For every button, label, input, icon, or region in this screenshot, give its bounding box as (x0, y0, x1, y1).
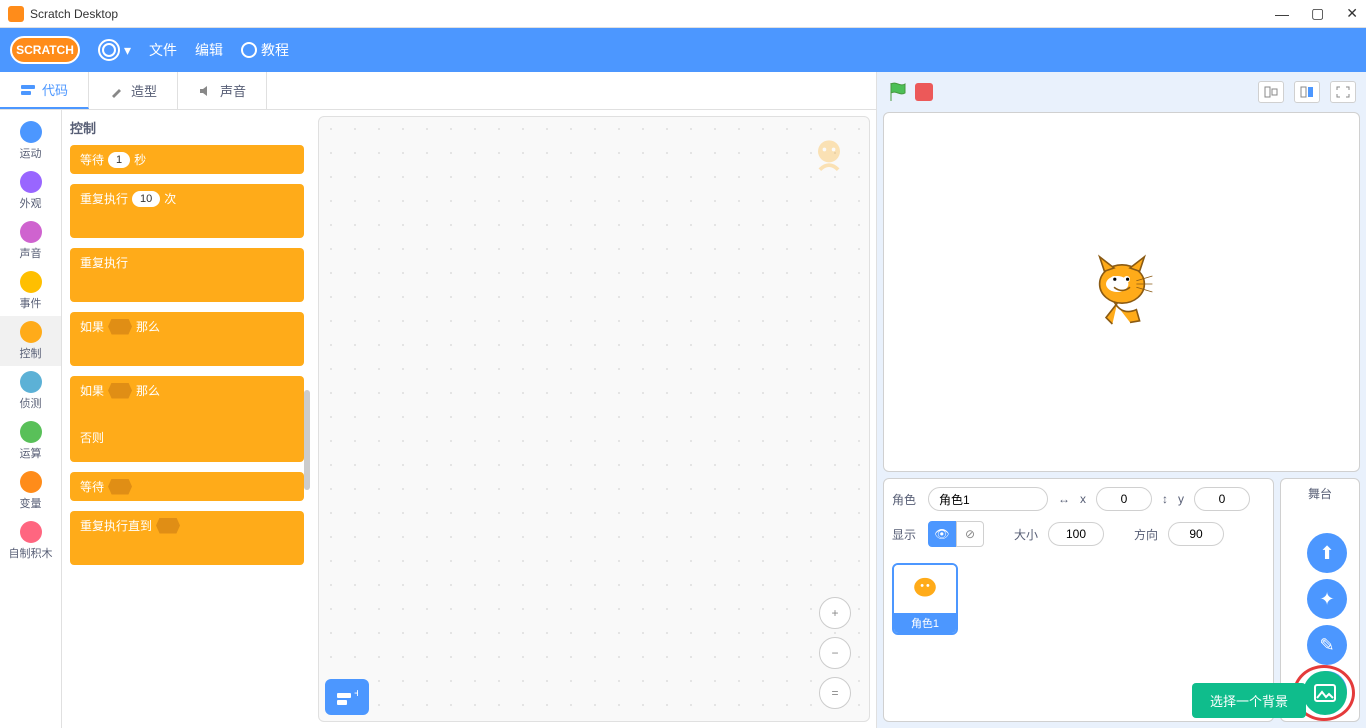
close-button[interactable]: ✕ (1346, 5, 1358, 22)
zoom-out-button[interactable]: − (819, 637, 851, 669)
category-事件[interactable]: 事件 (0, 266, 61, 316)
block-repeat[interactable]: 重复执行10次 (70, 184, 304, 238)
size-label: 大小 (1014, 526, 1038, 543)
surprise-backdrop-button[interactable]: ✦ (1307, 579, 1347, 619)
category-dot (20, 271, 42, 293)
choose-backdrop-fab[interactable] (1303, 671, 1347, 715)
titlebar: Scratch Desktop — ▢ ✕ (0, 0, 1366, 28)
svg-text:+: + (354, 688, 358, 700)
scratch-logo[interactable]: SCRATCH (10, 36, 80, 64)
globe-icon (98, 39, 120, 61)
cat-thumb-icon (905, 571, 945, 607)
x-icon: ↔ (1058, 492, 1070, 506)
category-声音[interactable]: 声音 (0, 216, 61, 266)
add-extension-button[interactable]: + (325, 679, 369, 715)
sprite-card[interactable]: 角色1 (892, 563, 958, 635)
app-icon (8, 6, 24, 22)
hide-button[interactable]: ⊘ (956, 521, 984, 547)
category-自制积木[interactable]: 自制积木 (0, 516, 61, 566)
tabs: 代码 造型 声音 (0, 72, 876, 110)
sprite-y-input[interactable] (1194, 487, 1250, 511)
edit-menu[interactable]: 编辑 (195, 40, 223, 60)
category-dot (20, 421, 42, 443)
upload-backdrop-button[interactable]: ⬆ (1307, 533, 1347, 573)
green-flag-button[interactable] (887, 81, 909, 103)
category-控制[interactable]: 控制 (0, 316, 61, 366)
stage-controls (877, 72, 1366, 112)
hex-slot[interactable] (108, 479, 132, 495)
fullscreen-button[interactable] (1330, 81, 1356, 103)
small-stage-button[interactable] (1258, 81, 1284, 103)
hex-slot[interactable] (108, 383, 132, 399)
tutorials-menu[interactable]: 教程 (241, 40, 289, 60)
minimize-button[interactable]: — (1275, 6, 1289, 22)
category-dot (20, 521, 42, 543)
block-palette: 控制 等待1秒 重复执行10次 重复执行 如果那么 如果那么 否则 等待 重复执… (62, 110, 312, 728)
tab-code[interactable]: 代码 (0, 72, 89, 109)
speaker-icon (198, 83, 214, 99)
block-if[interactable]: 如果那么 (70, 312, 304, 366)
large-stage-button[interactable] (1294, 81, 1320, 103)
brush-icon (109, 83, 125, 99)
category-运算[interactable]: 运算 (0, 416, 61, 466)
block-if-else[interactable]: 如果那么 否则 (70, 376, 304, 462)
y-icon: ↕ (1162, 492, 1168, 506)
sprite-size-input[interactable] (1048, 522, 1104, 546)
category-变量[interactable]: 变量 (0, 466, 61, 516)
sprite-label: 角色 (892, 491, 918, 508)
stage-label: 舞台 (1308, 485, 1332, 502)
palette-scrollbar[interactable] (304, 390, 310, 490)
extension-icon: + (336, 688, 358, 706)
bulb-icon (241, 42, 257, 58)
sprite-x-input[interactable] (1096, 487, 1152, 511)
category-dot (20, 371, 42, 393)
zoom-in-button[interactable]: + (819, 597, 851, 629)
category-dot (20, 221, 42, 243)
category-dot (20, 471, 42, 493)
language-menu[interactable]: ▾ (98, 39, 131, 61)
sprite-direction-input[interactable] (1168, 522, 1224, 546)
sprite-cat[interactable] (1082, 252, 1162, 332)
workspace[interactable]: + − = + (318, 116, 870, 722)
category-column: 运动外观声音事件控制侦测运算变量自制积木 (0, 110, 62, 728)
code-icon (20, 82, 36, 98)
image-icon (1314, 684, 1336, 702)
tab-sounds[interactable]: 声音 (178, 72, 267, 109)
palette-title: 控制 (70, 118, 304, 137)
choose-backdrop-button[interactable]: 选择一个背景 (1192, 683, 1306, 718)
show-button[interactable]: 👁 (928, 521, 956, 547)
cat-watermark (807, 133, 851, 177)
category-dot (20, 321, 42, 343)
tab-costumes[interactable]: 造型 (89, 72, 178, 109)
window-title: Scratch Desktop (30, 7, 118, 21)
category-侦测[interactable]: 侦测 (0, 366, 61, 416)
sprite-name-input[interactable] (928, 487, 1048, 511)
category-dot (20, 171, 42, 193)
paint-backdrop-button[interactable]: ✎ (1307, 625, 1347, 665)
file-menu[interactable]: 文件 (149, 40, 177, 60)
direction-label: 方向 (1134, 526, 1158, 543)
hex-slot[interactable] (156, 518, 180, 534)
stop-button[interactable] (915, 83, 933, 101)
sprite-card-name: 角色1 (894, 613, 956, 633)
block-forever[interactable]: 重复执行 (70, 248, 304, 302)
zoom-reset-button[interactable]: = (819, 677, 851, 709)
category-运动[interactable]: 运动 (0, 116, 61, 166)
hex-slot[interactable] (108, 319, 132, 335)
maximize-button[interactable]: ▢ (1311, 5, 1324, 22)
block-wait-until[interactable]: 等待 (70, 472, 304, 501)
category-外观[interactable]: 外观 (0, 166, 61, 216)
show-label: 显示 (892, 526, 918, 543)
category-dot (20, 121, 42, 143)
menubar: SCRATCH ▾ 文件 编辑 教程 (0, 28, 1366, 72)
block-repeat-until[interactable]: 重复执行直到 (70, 511, 304, 565)
block-wait[interactable]: 等待1秒 (70, 145, 304, 174)
stage[interactable] (883, 112, 1360, 472)
